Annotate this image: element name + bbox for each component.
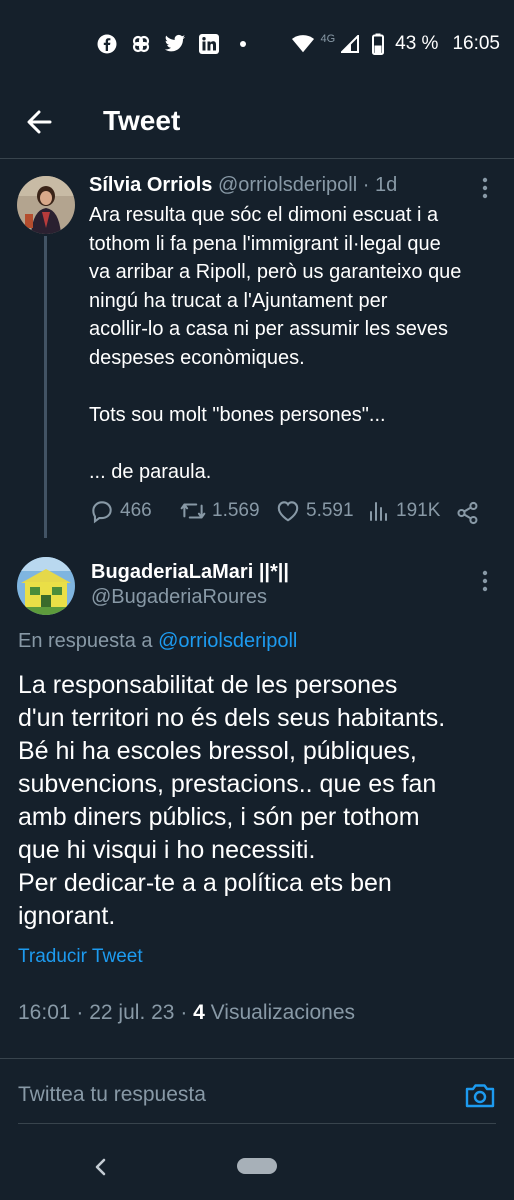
parent-tweet-actions: 466 1.569 5.591 191K: [89, 498, 489, 530]
tweet-time: 16:01: [18, 1001, 71, 1024]
parent-tweet-avatar[interactable]: [17, 176, 75, 234]
reply-input[interactable]: Twittea tu respuesta: [18, 1083, 206, 1107]
parent-author-name[interactable]: Sílvia Orriols: [89, 174, 212, 196]
camera-icon[interactable]: [464, 1080, 496, 1112]
home-pill[interactable]: [237, 1158, 277, 1174]
reply-context: En respuesta a @orriolsderipoll: [18, 630, 298, 652]
views-count: 191K: [396, 500, 441, 521]
battery-percent: 43 %: [395, 33, 439, 54]
retweet-count: 1.569: [212, 500, 260, 521]
nav-back-icon[interactable]: [91, 1155, 111, 1179]
main-author-name[interactable]: BugaderiaLaMari ||*||: [91, 561, 289, 584]
wifi-icon: [292, 33, 315, 55]
notification-icons: [96, 33, 254, 55]
views-total: 4: [193, 1001, 205, 1024]
app-bar: Tweet: [0, 92, 514, 156]
views-label[interactable]: Visualizaciones: [211, 1001, 355, 1024]
reply-icon: [92, 501, 112, 524]
tweet-timestamp: 16:01 · 22 jul. 23 · 4 Visualizaciones: [18, 1001, 356, 1024]
views-button[interactable]: 191K: [367, 498, 440, 524]
network-type: 4G: [320, 33, 336, 45]
clock: 16:05: [452, 33, 500, 54]
main-tweet-text: La responsabilitat de les persones d'un …: [18, 671, 446, 930]
facebook-icon: [96, 33, 118, 55]
pinwheel-icon: [130, 33, 152, 55]
divider: [0, 158, 514, 159]
thread-line: [44, 236, 47, 538]
heart-icon: [277, 501, 299, 522]
main-more-options-icon[interactable]: [480, 568, 490, 594]
views-chart-icon: [370, 502, 387, 521]
signal-icon: [339, 33, 361, 55]
main-tweet-avatar[interactable]: [17, 557, 75, 615]
twitter-icon: [164, 33, 186, 55]
parent-tweet-header: Sílvia Orriols @orriolsderipoll · 1d: [89, 174, 397, 197]
retweet-button[interactable]: 1.569: [179, 498, 260, 524]
composer-underline: [18, 1123, 496, 1124]
divider: [0, 1058, 514, 1059]
back-arrow-icon[interactable]: [22, 104, 58, 140]
parent-more-options-icon[interactable]: [480, 175, 490, 201]
system-indicators: 4G 43 % 16:05: [292, 33, 500, 55]
like-button[interactable]: 5.591: [275, 498, 354, 524]
dot-icon: [232, 33, 254, 55]
main-author-handle[interactable]: @BugaderiaRoures: [91, 586, 267, 609]
tweet-date: 22 jul. 23: [89, 1001, 175, 1024]
reply-button[interactable]: 466: [89, 498, 152, 524]
retweet-icon: [180, 503, 206, 519]
like-count: 5.591: [306, 500, 354, 521]
linkedin-icon: [198, 33, 220, 55]
parent-tweet-age: · 1d: [362, 174, 398, 196]
battery-icon: [367, 33, 389, 55]
parent-author-handle[interactable]: @orriolsderipoll: [218, 174, 357, 196]
translate-tweet-link[interactable]: Traducir Tweet: [18, 946, 143, 968]
reply-count: 466: [120, 500, 152, 521]
page-title: Tweet: [103, 105, 181, 136]
parent-tweet-text: Ara resulta que sóc el dimoni escuat i a…: [89, 204, 462, 483]
share-icon[interactable]: [455, 500, 481, 526]
reply-to-link[interactable]: @orriolsderipoll: [158, 630, 297, 652]
status-bar: 4G 43 % 16:05: [0, 0, 514, 90]
system-nav-bar: [0, 1140, 514, 1200]
